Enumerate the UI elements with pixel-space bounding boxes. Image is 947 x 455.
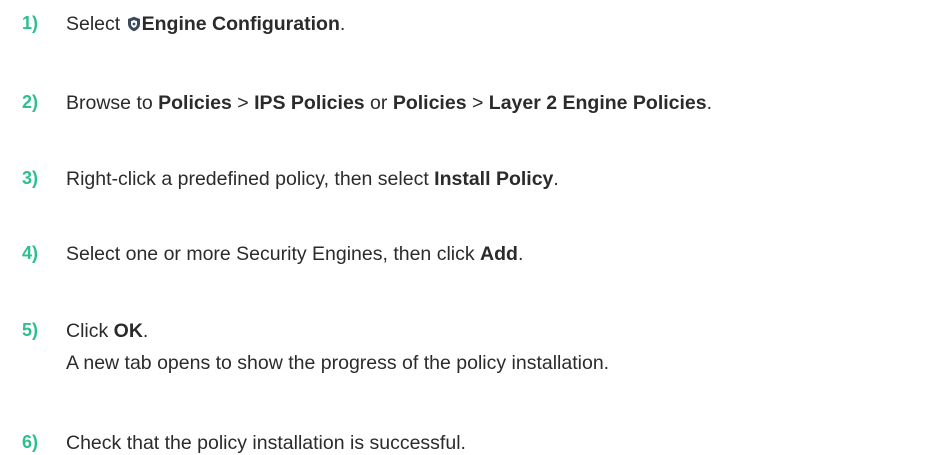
step-text: Browse to Policies > IPS Policies or Pol… xyxy=(66,91,712,115)
step-number: 2) xyxy=(22,92,39,112)
step-text-part: . xyxy=(706,92,713,114)
step-text: Select Engine Configuration. xyxy=(66,12,345,36)
step-text-part: . xyxy=(553,168,559,190)
step-text-part: or xyxy=(364,92,393,114)
policies-label: Policies xyxy=(158,92,232,114)
ips-policies-label: IPS Policies xyxy=(254,92,365,114)
step-text-part: Select one or more Security Engines, the… xyxy=(66,243,481,265)
policies-label: Policies xyxy=(392,92,467,114)
step-number: 5) xyxy=(22,320,39,340)
step-text-part: . xyxy=(517,243,524,265)
step-text: Select one or more Security Engines, the… xyxy=(66,242,523,266)
step-number: 3) xyxy=(22,168,39,188)
ok-label: OK xyxy=(113,320,143,342)
add-label: Add xyxy=(480,243,518,265)
layer-2-engine-policies-label: Layer 2 Engine Policies xyxy=(488,92,707,114)
step-text-part: > xyxy=(231,92,255,114)
step-text-part: . xyxy=(142,320,149,342)
step-text-part: Select xyxy=(66,13,126,35)
step-text-part: . xyxy=(339,13,346,35)
step-text: Check that the policy installation is su… xyxy=(66,431,466,455)
step-text: Click OK. xyxy=(66,319,148,343)
engine-configuration-label: Engine Configuration xyxy=(141,13,340,35)
step-text: Right-click a predefined policy, then se… xyxy=(66,167,559,191)
step-text-part: Browse to xyxy=(66,92,159,114)
install-policy-label: Install Policy xyxy=(434,168,554,190)
step-text-part: Check that the policy installation is su… xyxy=(66,432,466,454)
shield-icon xyxy=(127,14,141,32)
step-text-part: > xyxy=(466,92,489,114)
step-number: 1) xyxy=(22,13,39,33)
step-text-part: Right-click a predefined policy, then se… xyxy=(66,168,435,190)
step-number: 4) xyxy=(22,243,39,263)
step-text-part: Click xyxy=(66,320,114,342)
step-result-text: A new tab opens to show the progress of … xyxy=(66,352,610,374)
step-number: 6) xyxy=(22,432,39,452)
